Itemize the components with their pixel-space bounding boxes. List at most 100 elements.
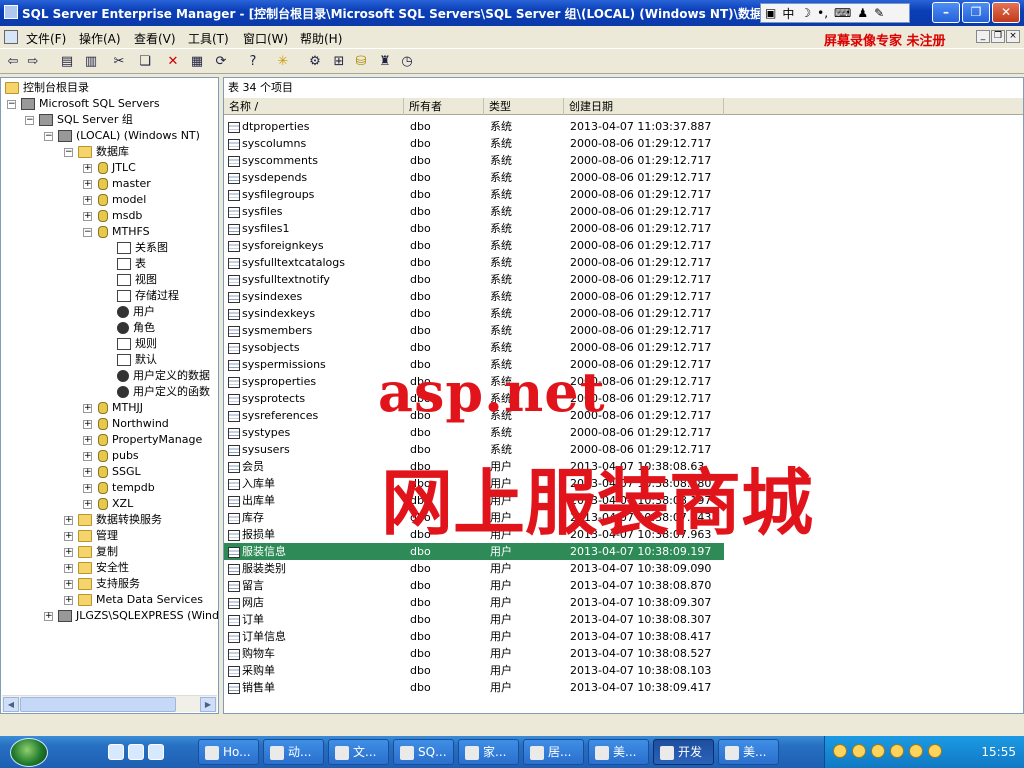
table-row[interactable]: sysobjects dbo 系统 2000-08-06 01:29:12.717: [224, 339, 724, 356]
table-row[interactable]: 服装类别 dbo 用户 2013-04-07 10:38:09.090: [224, 560, 724, 577]
tree-item-support-services[interactable]: 支持服务: [78, 576, 140, 592]
table-row[interactable]: sysfulltextnotify dbo 系统 2000-08-06 01:29:1…: [224, 271, 724, 288]
tree-horizontal-scrollbar[interactable]: ◀ ▶: [2, 695, 217, 712]
tree-item-database-mthfs[interactable]: MTHFS: [98, 224, 150, 240]
restore-button[interactable]: ❐: [962, 2, 990, 23]
tree-item-database[interactable]: PropertyManage: [98, 432, 202, 448]
job-schedule-icon[interactable]: ◷: [398, 53, 416, 71]
tree-item-users[interactable]: 用户: [117, 304, 155, 320]
tray-volume-icon[interactable]: [890, 744, 904, 758]
collapse-icon[interactable]: −: [44, 132, 53, 141]
menu-action[interactable]: 操作(A): [79, 30, 121, 47]
menu-window[interactable]: 窗口(W): [243, 30, 288, 47]
expand-icon[interactable]: +: [64, 564, 73, 573]
ime-toolbar[interactable]: ▣ 中 ☽ •, ⌨ ♟ ✎: [760, 3, 910, 23]
table-row[interactable]: sysindexkeys dbo 系统 2000-08-06 01:29:12.717: [224, 305, 724, 322]
properties-icon[interactable]: ▦: [188, 53, 206, 71]
taskbar-button[interactable]: Ho...: [198, 739, 259, 765]
tree-item-stored-procedures[interactable]: 存储过程: [117, 288, 179, 304]
expand-icon[interactable]: +: [83, 484, 92, 493]
tree-item-database[interactable]: JTLC: [98, 160, 136, 176]
mdi-minimize-button[interactable]: _: [976, 30, 990, 43]
ime-logo-icon[interactable]: ▣: [765, 6, 776, 20]
table-row[interactable]: sysmembers dbo 系统 2000-08-06 01:29:12.717: [224, 322, 724, 339]
menu-tools[interactable]: 工具(T): [188, 30, 229, 47]
tree-item-microsoft-sql-servers[interactable]: Microsoft SQL Servers: [21, 96, 160, 112]
table-row[interactable]: dtproperties dbo 系统 2013-04-07 11:03:37.887: [224, 118, 724, 135]
tree-item-console-root[interactable]: 控制台根目录: [5, 80, 89, 96]
close-button[interactable]: ✕: [992, 2, 1020, 23]
user-icon[interactable]: ♟: [857, 6, 868, 20]
tray-security-icon[interactable]: [909, 744, 923, 758]
tree-item-user-defined-types[interactable]: 用户定义的数据: [117, 368, 210, 384]
column-header-name[interactable]: 名称 /: [224, 98, 404, 115]
taskbar-button[interactable]: 动...: [263, 739, 324, 765]
app-launcher-icon[interactable]: [148, 744, 164, 760]
tree-item-rules[interactable]: 规则: [117, 336, 157, 352]
tree-item-meta-data-services[interactable]: Meta Data Services: [78, 592, 203, 608]
forward-icon[interactable]: ⇨: [24, 53, 42, 71]
new-table-icon[interactable]: ⊞: [330, 53, 348, 71]
title-bar[interactable]: SQL Server Enterprise Manager - [控制台根目录\…: [0, 0, 1024, 26]
refresh-icon[interactable]: ⟳: [212, 53, 230, 71]
tree-item-database[interactable]: MTHJJ: [98, 400, 143, 416]
table-row[interactable]: 销售单 dbo 用户 2013-04-07 10:38:09.417: [224, 679, 724, 696]
punctuation-icon[interactable]: •,: [817, 6, 828, 20]
ime-mode-label[interactable]: 中: [782, 5, 794, 22]
table-row[interactable]: sysfilegroups dbo 系统 2000-08-06 01:29:12.71…: [224, 186, 724, 203]
table-row[interactable]: 留言 dbo 用户 2013-04-07 10:38:08.870: [224, 577, 724, 594]
copy-icon[interactable]: ❏: [136, 53, 154, 71]
expand-icon[interactable]: +: [83, 164, 92, 173]
tree-item-express-server[interactable]: JLGZS\SQLEXPRESS (Window: [58, 608, 218, 624]
tree-item-database[interactable]: SSGL: [98, 464, 141, 480]
taskbar-button[interactable]: 美...: [588, 739, 649, 765]
expand-icon[interactable]: +: [83, 180, 92, 189]
table-row[interactable]: 订单 dbo 用户 2013-04-07 10:38:08.307: [224, 611, 724, 628]
delete-icon[interactable]: ✕: [164, 53, 182, 71]
tree-item-database[interactable]: pubs: [98, 448, 139, 464]
minimize-button[interactable]: –: [932, 2, 960, 23]
table-row[interactable]: sysforeignkeys dbo 系统 2000-08-06 01:29:12.7…: [224, 237, 724, 254]
table-row[interactable]: 入库单 dbo 用户 2013-04-07 10:38:08.980: [224, 475, 724, 492]
table-row[interactable]: 网店 dbo 用户 2013-04-07 10:38:09.307: [224, 594, 724, 611]
show-desktop-icon[interactable]: [128, 744, 144, 760]
show-tree-icon[interactable]: ▥: [82, 53, 100, 71]
moon-icon[interactable]: ☽: [800, 6, 811, 20]
tree-item-diagrams[interactable]: 关系图: [117, 240, 168, 256]
collapse-icon[interactable]: −: [83, 228, 92, 237]
tables-list-pane[interactable]: 表 34 个项目 名称 / 所有者 类型 创建日期 dtproperties db…: [223, 77, 1024, 714]
register-server-icon[interactable]: ⚙: [306, 53, 324, 71]
table-row[interactable]: sysusers dbo 系统 2000-08-06 01:29:12.717: [224, 441, 724, 458]
table-row[interactable]: syscolumns dbo 系统 2000-08-06 01:29:12.717: [224, 135, 724, 152]
table-row[interactable]: 出库单 dbo 用户 2013-04-07 10:38:08.197: [224, 492, 724, 509]
table-row[interactable]: sysindexes dbo 系统 2000-08-06 01:29:12.717: [224, 288, 724, 305]
expand-icon[interactable]: +: [64, 548, 73, 557]
table-row[interactable]: syspermissions dbo 系统 2000-08-06 01:29:12.7…: [224, 356, 724, 373]
table-row[interactable]: 库存 dbo 用户 2013-04-07 10:38:07.743: [224, 509, 724, 526]
table-row[interactable]: sysfiles dbo 系统 2000-08-06 01:29:12.717: [224, 203, 724, 220]
tree-item-security[interactable]: 安全性: [78, 560, 129, 576]
tree-item-databases[interactable]: 数据库: [78, 144, 129, 160]
tree-item-replication[interactable]: 复制: [78, 544, 118, 560]
table-row[interactable]: syscomments dbo 系统 2000-08-06 01:29:12.717: [224, 152, 724, 169]
column-header-type[interactable]: 类型: [484, 98, 564, 115]
tree-item-database[interactable]: XZL: [98, 496, 133, 512]
table-row[interactable]: 采购单 dbo 用户 2013-04-07 10:38:08.103: [224, 662, 724, 679]
tray-network-icon[interactable]: [871, 744, 885, 758]
table-row[interactable]: 报损单 dbo 用户 2013-04-07 10:38:07.963: [224, 526, 724, 543]
tree-item-defaults[interactable]: 默认: [117, 352, 157, 368]
tree-item-database[interactable]: Northwind: [98, 416, 169, 432]
wrench-icon[interactable]: ✎: [874, 6, 884, 20]
help-icon[interactable]: ?: [244, 53, 262, 71]
expand-icon[interactable]: +: [64, 580, 73, 589]
expand-icon[interactable]: +: [64, 596, 73, 605]
tree-item-user-defined-functions[interactable]: 用户定义的函数: [117, 384, 210, 400]
tray-app-icon[interactable]: [833, 744, 847, 758]
expand-icon[interactable]: +: [83, 468, 92, 477]
wizard-icon[interactable]: ✳: [274, 53, 292, 71]
taskbar-button[interactable]: 居...: [523, 739, 584, 765]
expand-icon[interactable]: +: [44, 612, 53, 621]
start-button[interactable]: [10, 738, 48, 767]
table-row[interactable]: sysfiles1 dbo 系统 2000-08-06 01:29:12.717: [224, 220, 724, 237]
table-row[interactable]: 购物车 dbo 用户 2013-04-07 10:38:08.527: [224, 645, 724, 662]
